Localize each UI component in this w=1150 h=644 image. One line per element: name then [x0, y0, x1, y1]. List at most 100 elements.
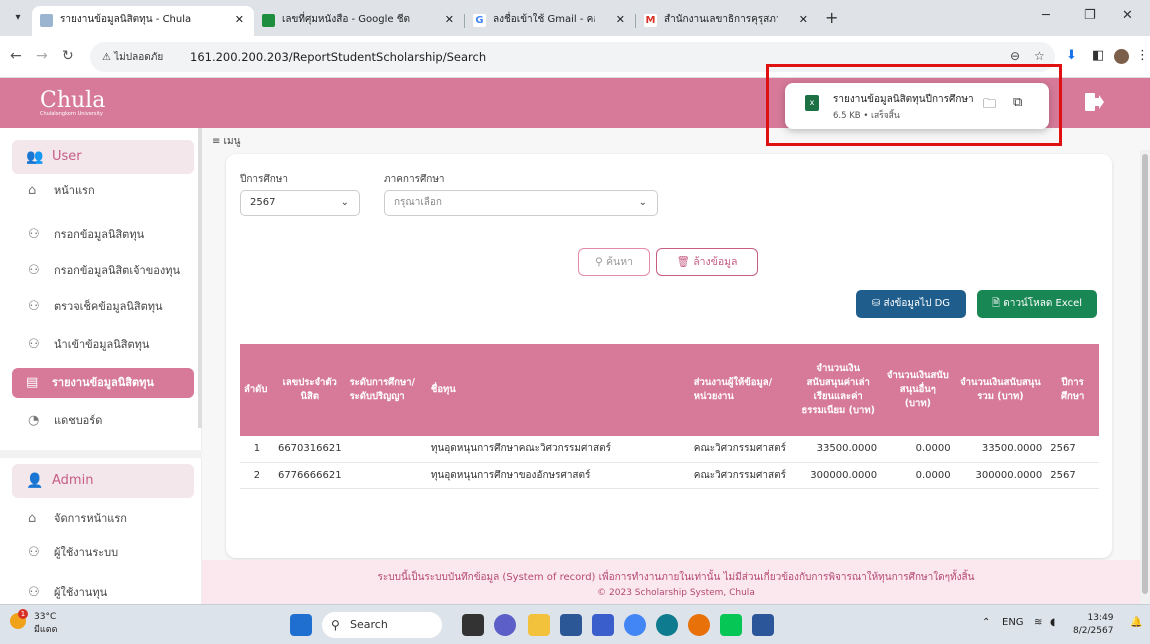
sidebar-item-home[interactable]: ⌂ หน้าแรก [28, 176, 198, 206]
year-label: ปีการศึกษา [240, 174, 288, 185]
app-icon[interactable] [592, 614, 614, 636]
document-icon [40, 14, 53, 27]
windows-taskbar: 1 33°C มีแดด ⚲ Search ⌃ ENG ≋ ◖ 13:49 8/… [0, 604, 1150, 644]
home-icon: ⌂ [28, 183, 37, 198]
users-icon: ⚇ [28, 545, 40, 560]
reload-icon[interactable]: ↻ [62, 48, 74, 64]
word-icon[interactable] [752, 614, 774, 636]
search-icon: ⚲ [331, 618, 340, 632]
col-header-department: ส่วนงานผู้ให้ข้อมูล/ หน่วยงาน [689, 344, 796, 436]
close-icon[interactable]: ✕ [235, 6, 244, 34]
sidebar-group-user[interactable]: 👥 User [12, 140, 194, 174]
store-icon[interactable] [560, 614, 582, 636]
logout-icon[interactable] [1082, 90, 1106, 114]
footer-copyright: © 2023 Scholarship System, Chula [597, 588, 755, 598]
security-indicator[interactable]: ⚠ ไม่ปลอดภัย [102, 50, 163, 65]
close-icon[interactable]: ✕ [445, 6, 454, 34]
side-panel-icon[interactable]: ◧ [1092, 48, 1104, 63]
clear-button[interactable]: 🗑 ล้างข้อมูล [656, 248, 758, 276]
back-icon[interactable]: ← [10, 48, 22, 64]
sidebar-item-report[interactable]: ▤ รายงานข้อมูลนิสิตทุน [12, 368, 194, 398]
col-header-other-support: จำนวนเงินสนับสนุนอื่นๆ (บาท) [881, 344, 955, 436]
chevron-down-icon: ⌄ [340, 197, 349, 208]
tray-chevron-icon[interactable]: ⌃ [982, 617, 990, 628]
close-icon[interactable]: ✕ [799, 6, 808, 34]
sidebar-item-system-users[interactable]: ⚇ ผู้ใช้งานระบบ [28, 538, 198, 568]
sidebar-divider [0, 450, 202, 458]
browser-tab-bar: ▾ รายงานข้อมูลนิสิตทุน - Chula ✕ เลขที่ศ… [0, 0, 1150, 36]
dashboard-icon: ◔ [28, 413, 40, 428]
edge-icon[interactable] [656, 614, 678, 636]
chevron-down-icon: ⌄ [638, 197, 647, 208]
task-view-icon[interactable] [462, 614, 484, 636]
semester-select[interactable]: กรุณาเลือก ⌄ [384, 190, 658, 216]
warning-icon: ⚠ [102, 52, 111, 63]
table-header-row: ลำดับ เลขประจำตัว นิสิต ระดับการศึกษา/ ร… [240, 344, 1099, 436]
download-icon[interactable]: ⬇ [1066, 48, 1077, 63]
col-header-student-id: เลขประจำตัว นิสิต [273, 344, 346, 436]
volume-icon[interactable]: ◖ [1050, 617, 1055, 628]
page-scrollbar-thumb[interactable] [1142, 154, 1148, 594]
sidebar-item-import-students[interactable]: ⚇ นำเข้าข้อมูลนิสิตทุน [28, 330, 198, 360]
restore-icon[interactable]: ❐ [1084, 8, 1096, 23]
search-button[interactable]: ⚲ ค้นหา [578, 248, 650, 276]
table-row: 2 6776666621 ทุนอุดหนุนการศึกษาของอักษรศ… [240, 462, 1099, 489]
file-explorer-icon[interactable] [528, 614, 550, 636]
zoom-icon[interactable]: ⊖ [1010, 49, 1020, 63]
teams-icon[interactable] [494, 614, 516, 636]
chrome-active-icon[interactable] [688, 614, 710, 636]
sidebar-item-manage-home[interactable]: ⌂ จัดการหน้าแรก [28, 504, 198, 534]
sidebar-item-enter-scholarship-students[interactable]: ⚇ กรอกข้อมูลนิสิตทุน [28, 220, 198, 250]
language-indicator[interactable]: ENG [1002, 617, 1024, 628]
menu-toggle[interactable]: ≡ เมนู [212, 134, 240, 149]
table-row: 1 6670316621 ทุนอุดหนุนการศึกษาคณะวิศวกร… [240, 436, 1099, 463]
semester-label: ภาคการศึกษา [384, 174, 445, 185]
tab-search-dropdown[interactable]: ▾ [8, 8, 28, 28]
bookmark-star-icon[interactable]: ☆ [1034, 49, 1045, 63]
page-scrollbar[interactable] [1140, 150, 1150, 604]
year-select[interactable]: 2567 ⌄ [240, 190, 360, 216]
sidebar-item-dashboard[interactable]: ◔ แดชบอร์ด [28, 406, 198, 436]
forward-icon[interactable]: → [36, 48, 48, 64]
admin-users-icon: 👤 [26, 473, 44, 489]
users-icon: ⚇ [28, 337, 40, 352]
report-icon: ▤ [26, 375, 39, 390]
database-icon: ⛁ [871, 298, 881, 309]
download-excel-button[interactable]: 🗎 ดาวน์โหลด Excel [977, 290, 1097, 318]
url-text[interactable]: 161.200.200.203/ReportStudentScholarship… [190, 50, 486, 64]
users-icon: ⚇ [28, 227, 40, 242]
browser-tab-gmail-message[interactable]: M สำนักงานเลขาธิการคุรุสภาได้รับข้อมู ✕ [636, 6, 818, 36]
notification-bell-icon[interactable]: 🔔 [1130, 617, 1142, 628]
gmail-icon: M [644, 14, 657, 27]
home-settings-icon: ⌂ [28, 511, 37, 526]
google-icon: G [473, 14, 486, 27]
sidebar-item-enter-scholarship-owner[interactable]: ⚇ กรอกข้อมูลนิสิตเจ้าของทุน [28, 256, 198, 286]
windows-start-icon[interactable] [290, 614, 312, 636]
send-to-dg-button[interactable]: ⛁ ส่งข้อมูลไป DG [856, 290, 966, 318]
taskbar-search[interactable]: ⚲ Search [322, 612, 442, 638]
col-header-total-support: จำนวนเงินสนับสนุนรวม (บาท) [954, 344, 1047, 436]
users-icon: ⚇ [28, 299, 40, 314]
close-icon[interactable]: ✕ [616, 6, 625, 34]
browser-tab-sheets[interactable]: เลขที่ศุมหนังสือ - Google ชีต ✕ [254, 6, 464, 36]
chula-logo[interactable]: Chula Chulalongkorn University [40, 88, 105, 117]
col-header-tuition-support: จำนวนเงินสนับสนุนค่าเล่าเรียนและค่าธรรมเ… [795, 344, 882, 436]
line-icon[interactable] [720, 614, 742, 636]
notification-badge: 1 [18, 609, 28, 619]
file-excel-icon: 🗎 [991, 298, 1001, 309]
chrome-icon[interactable] [624, 614, 646, 636]
minimize-icon[interactable]: ─ [1042, 8, 1050, 23]
sidebar-item-check-students[interactable]: ⚇ ตรวจเช็คข้อมูลนิสิตทุน [28, 292, 198, 322]
col-header-degree: ระดับการศึกษา/ ระดับปริญญา [345, 344, 427, 436]
wifi-icon[interactable]: ≋ [1034, 617, 1042, 628]
more-menu-icon[interactable]: ⋮ [1136, 48, 1149, 63]
footer-disclaimer: ระบบนี้เป็นระบบบันทึกข้อมูล (System of r… [377, 572, 975, 583]
taskbar-clock[interactable]: 13:49 8/2/2567 [1073, 612, 1113, 638]
sidebar-group-admin[interactable]: 👤 Admin [12, 464, 194, 498]
users-group-icon: 👥 [26, 149, 44, 165]
profile-avatar[interactable] [1114, 49, 1129, 64]
new-tab-button[interactable]: + [825, 8, 838, 27]
browser-tab-gmail[interactable]: G ลงชื่อเข้าใช้ Gmail - คอมพิวเตอร์ - ✕ [465, 6, 635, 36]
browser-tab-report[interactable]: รายงานข้อมูลนิสิตทุน - Chula ✕ [32, 6, 254, 36]
close-window-icon[interactable]: ✕ [1122, 8, 1133, 23]
